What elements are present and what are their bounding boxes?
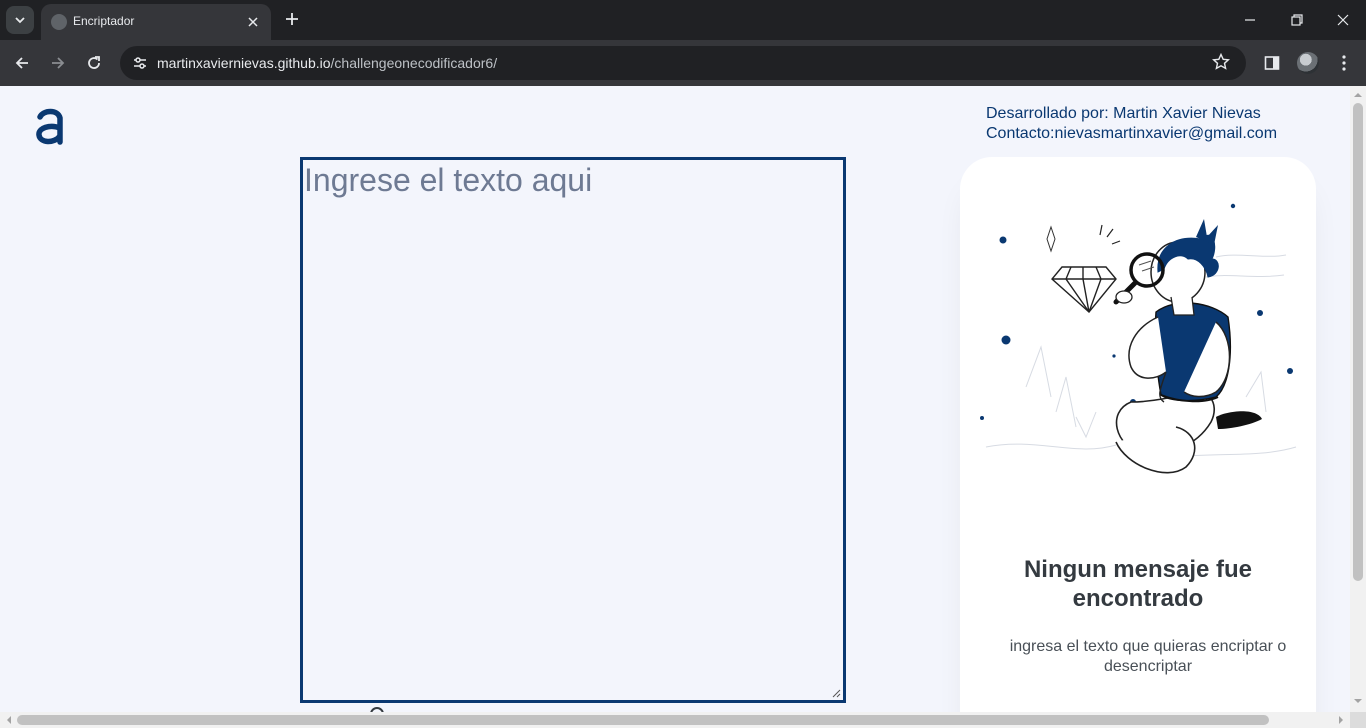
star-icon	[1211, 52, 1231, 70]
plus-icon	[286, 13, 298, 25]
more-vertical-icon	[1342, 55, 1346, 71]
minimize-icon	[1245, 19, 1255, 21]
address-bar[interactable]: martinxaviernievas.github.io/challengeon…	[120, 46, 1246, 80]
arrow-left-icon	[15, 57, 28, 69]
tab-active[interactable]: Encriptador	[41, 4, 271, 40]
browser-toolbar: martinxaviernievas.github.io/challengeon…	[0, 40, 1366, 86]
minimize-button[interactable]	[1235, 8, 1265, 32]
person-with-magnifier-illustration	[980, 203, 1297, 474]
close-window-button[interactable]	[1328, 8, 1358, 32]
profile-avatar[interactable]	[1297, 52, 1319, 74]
vertical-scrollbar[interactable]	[1350, 86, 1366, 712]
bookmark-button[interactable]	[1211, 52, 1232, 73]
new-tab-button[interactable]	[281, 8, 303, 30]
horizontal-scroll-thumb[interactable]	[17, 715, 1269, 725]
scroll-up-arrow-icon[interactable]	[1350, 88, 1366, 102]
scrollbar-corner	[1350, 712, 1366, 728]
resize-handle-icon[interactable]	[832, 689, 841, 698]
restore-icon	[1291, 14, 1303, 26]
horizontal-scrollbar[interactable]	[0, 712, 1350, 728]
vertical-scroll-thumb[interactable]	[1353, 103, 1363, 581]
restore-button[interactable]	[1282, 8, 1312, 32]
tab-title: Encriptador	[73, 14, 135, 28]
developer-line: Desarrollado por: Martin Xavier Nievas	[986, 105, 1261, 122]
arrow-right-icon	[52, 57, 65, 69]
alura-logo-icon	[36, 108, 63, 145]
scroll-down-arrow-icon[interactable]	[1350, 694, 1366, 708]
close-icon	[1337, 14, 1349, 26]
back-button[interactable]	[8, 49, 36, 77]
page-viewport: Desarrollado por: Martin Xavier Nievas C…	[0, 86, 1350, 712]
forward-button[interactable]	[44, 49, 72, 77]
side-panel-icon	[1264, 56, 1280, 70]
contact-line: Contacto:nievasmartinxavier@gmail.com	[986, 125, 1278, 142]
scroll-left-arrow-icon[interactable]	[2, 712, 16, 728]
tune-icon	[134, 57, 146, 69]
reload-button[interactable]	[80, 49, 108, 77]
tab-search-button[interactable]	[6, 6, 34, 34]
close-tab-button[interactable]	[243, 12, 263, 32]
credits: Desarrollado por: Martin Xavier Nievas C…	[986, 104, 1277, 144]
output-empty-text: ingresa el texto que quieras encriptar o…	[1009, 638, 1287, 675]
output-card: Ningun mensaje fue encontrado ingresa el…	[960, 157, 1316, 712]
site-info-button[interactable]	[128, 51, 152, 75]
text-input-placeholder: Ingrese el texto aqui	[304, 162, 593, 198]
browser-tab-bar: Encriptador	[0, 0, 1366, 40]
text-input-area[interactable]: Ingrese el texto aqui	[300, 157, 846, 703]
browser-menu-button[interactable]	[1332, 51, 1356, 75]
scroll-right-arrow-icon[interactable]	[1334, 712, 1348, 728]
url-host: martinxaviernievas.github.io	[157, 55, 331, 71]
url-path: /challengeonecodificador6/	[330, 55, 498, 71]
globe-icon	[51, 14, 67, 30]
output-empty-title: Ningun mensaje fue encontrado	[1023, 556, 1253, 612]
url-text: martinxaviernievas.github.io/challengeon…	[157, 55, 497, 71]
side-panel-button[interactable]	[1260, 51, 1284, 75]
close-icon	[248, 17, 258, 27]
reload-icon	[88, 56, 100, 69]
chevron-down-icon	[15, 17, 25, 24]
